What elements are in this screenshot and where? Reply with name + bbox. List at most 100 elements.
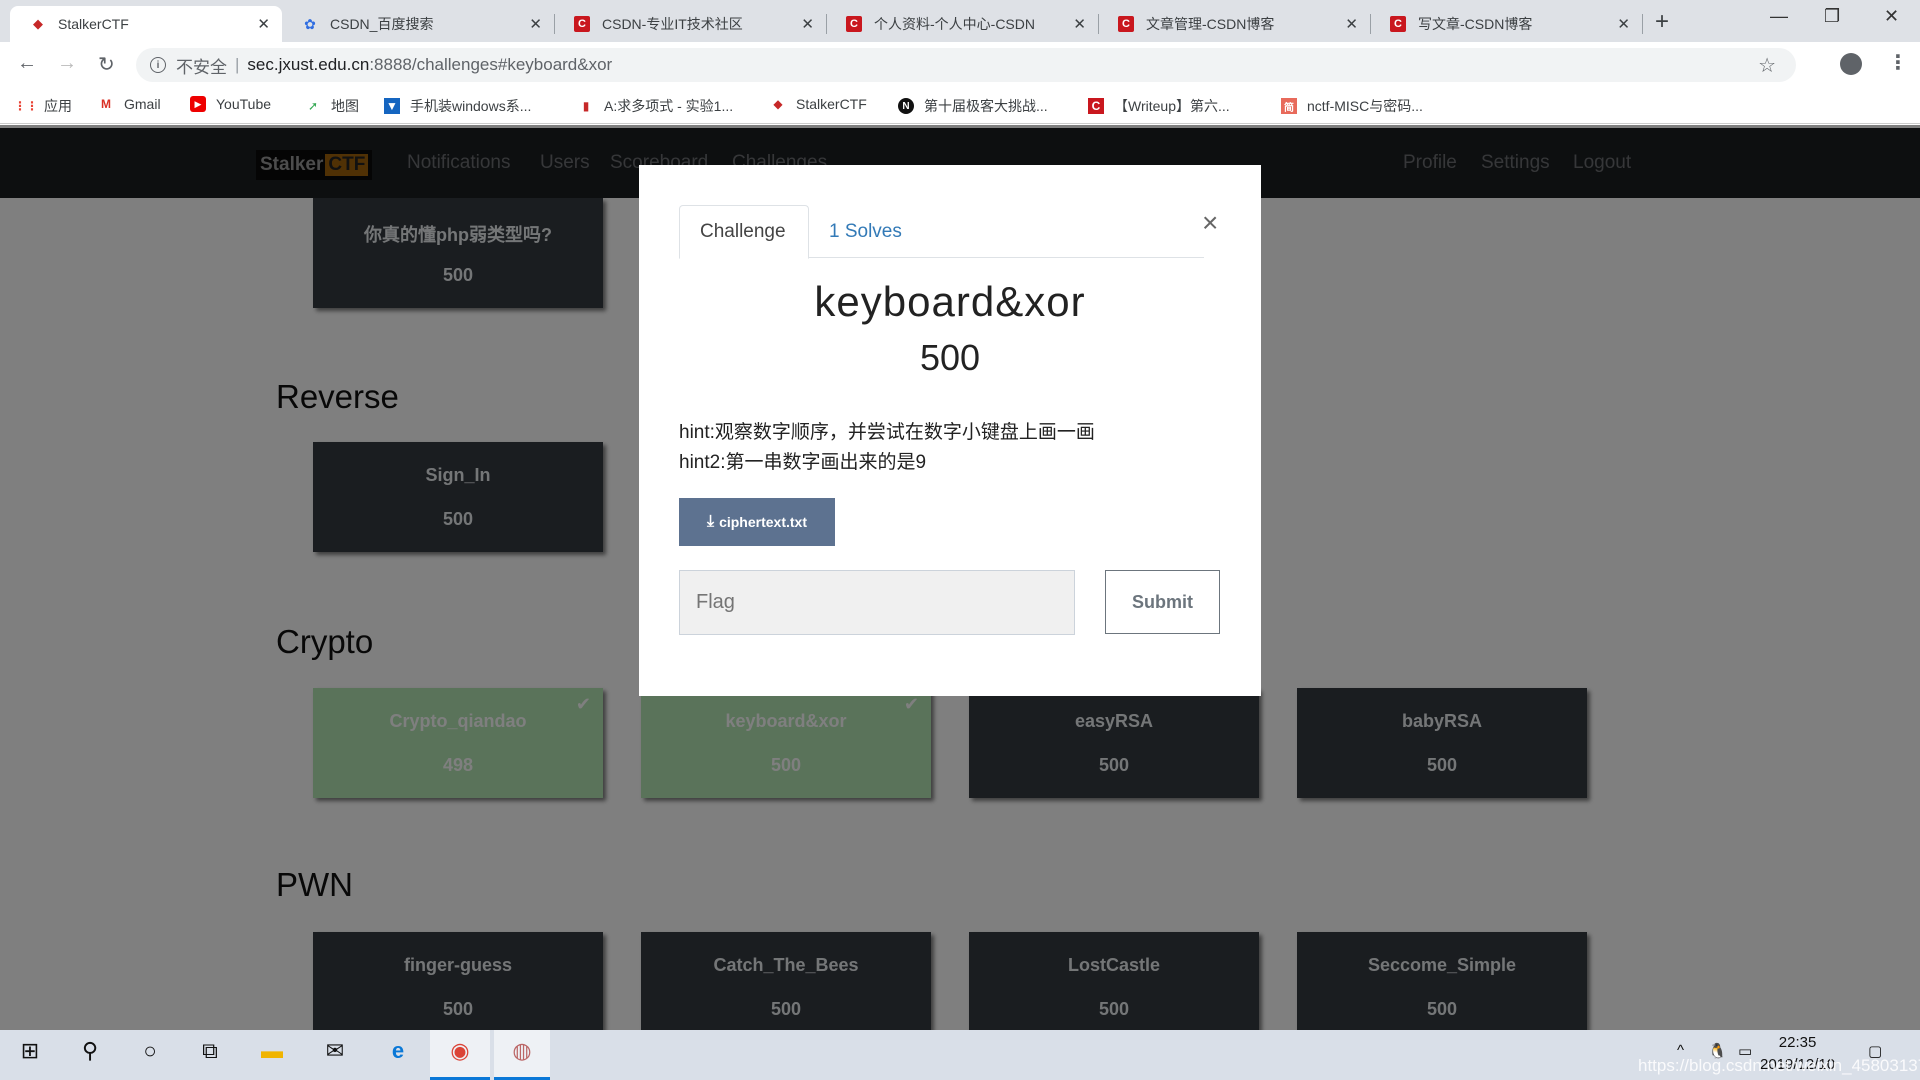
close-tab-icon[interactable]: ✕ (1617, 15, 1630, 33)
close-tab-icon[interactable]: ✕ (1345, 15, 1358, 33)
bookmark-writeup[interactable]: C 【Writeup】第六... (1088, 96, 1230, 116)
close-icon[interactable]: × (1202, 207, 1218, 239)
csdn-favicon: C (846, 16, 862, 32)
bookmark-maps[interactable]: ➚ 地图 (305, 96, 359, 116)
jianshu-icon: 简 (1281, 98, 1297, 114)
new-tab-button[interactable]: + (1655, 8, 1669, 36)
info-icon[interactable]: i (150, 57, 166, 73)
csdn-favicon: C (1088, 98, 1104, 114)
tab-title: CSDN-专业IT技术社区 (602, 16, 743, 32)
bookmark-gmail[interactable]: M Gmail (98, 96, 161, 112)
download-icon: ⤓ (707, 513, 715, 530)
baidu-favicon: ✿ (304, 15, 316, 32)
bookmark-windows[interactable]: ▼ 手机装windows系... (384, 96, 531, 116)
tab-title: StalkerCTF (58, 16, 129, 32)
csdn-favicon: C (1390, 16, 1406, 32)
bookmark-icon: ▮ (582, 99, 590, 113)
bookmark-label: A:求多项式 - 实验1... (604, 98, 734, 114)
browser-tab-bar: ◆ StalkerCTF ✕ ✿ CSDN_百度搜索 ✕ C CSDN-专业IT… (0, 0, 1920, 42)
bookmark-label: 手机装windows系... (410, 98, 532, 114)
close-window-button[interactable]: ✕ (1884, 6, 1899, 27)
web-page: 你真的懂php弱类型吗? 500 Reverse Sign_In 500 Cry… (0, 125, 1920, 1030)
back-button[interactable]: ← (17, 52, 37, 75)
close-tab-icon[interactable]: ✕ (801, 15, 814, 33)
bookmark-icon: ▼ (384, 98, 400, 114)
bookmark-label: nctf-MISC与密码... (1307, 98, 1423, 114)
submit-button[interactable]: Submit (1105, 570, 1220, 634)
bookmark-nctf[interactable]: 简 nctf-MISC与密码... (1281, 96, 1423, 116)
bookmark-apps[interactable]: ⋮⋮ 应用 (14, 96, 72, 116)
bookmark-stalkerctf[interactable]: ◆ StalkerCTF (770, 96, 867, 112)
file-name: ciphertext.txt (719, 514, 807, 530)
bookmark-star-icon[interactable]: ☆ (1758, 53, 1776, 78)
tab-title: CSDN_百度搜索 (330, 16, 434, 32)
browser-tab-csdn[interactable]: C CSDN-专业IT技术社区 ✕ (554, 6, 827, 42)
bookmark-label: 应用 (44, 98, 72, 114)
url-bar[interactable]: i 不安全 | sec.jxust.edu.cn :8888/challenge… (136, 48, 1796, 82)
bookmark-label: 地图 (331, 98, 359, 114)
close-tab-icon[interactable]: ✕ (529, 15, 542, 33)
tab-title: 个人资料-个人中心-CSDN (874, 16, 1035, 32)
browser-tab-csdn-articles[interactable]: C 文章管理-CSDN博客 ✕ (1098, 6, 1371, 42)
close-tab-icon[interactable]: ✕ (1073, 15, 1086, 33)
windows-start-icon[interactable]: ⊞ (6, 1038, 54, 1064)
chrome-icon[interactable]: ◉ (430, 1030, 490, 1080)
modal-tabs: Challenge 1 Solves (679, 205, 1204, 259)
reload-button[interactable]: ↻ (98, 52, 115, 77)
apps-icon: ⋮⋮ (14, 99, 38, 113)
csdn-favicon: C (574, 16, 590, 32)
hint-1: hint:观察数字顺序，并尝试在数字小键盘上画一画 (679, 422, 1095, 443)
bookmark-label: 【Writeup】第六... (1114, 98, 1230, 114)
minimize-button[interactable]: — (1770, 6, 1788, 27)
bookmark-geek[interactable]: N 第十届极客大挑战... (898, 96, 1048, 116)
bookmark-polynomial[interactable]: ▮ A:求多项式 - 实验1... (578, 96, 733, 116)
stalkerctf-favicon: ◆ (33, 16, 43, 31)
account-icon[interactable] (1840, 53, 1862, 75)
flag-input[interactable] (679, 570, 1075, 635)
url-host: sec.jxust.edu.cn (247, 55, 370, 74)
bookmark-label: 第十届极客大挑战... (924, 98, 1048, 114)
url-path: :8888/challenges#keyboard&xor (369, 55, 613, 74)
watermark: https://blog.csdn.net/weixin_45803137 (1638, 1056, 1920, 1075)
browser-tab-csdn-write[interactable]: C 写文章-CSDN博客 ✕ (1370, 6, 1643, 42)
cortana-icon[interactable]: ○ (126, 1038, 174, 1064)
csdn-favicon: C (1118, 16, 1134, 32)
bookmark-label: Gmail (124, 96, 161, 112)
bookmark-label: YouTube (216, 96, 272, 112)
browser-tab-stalkerctf[interactable]: ◆ StalkerCTF ✕ (10, 6, 282, 42)
maximize-button[interactable]: ❐ (1824, 6, 1840, 27)
browser-tab-baidu[interactable]: ✿ CSDN_百度搜索 ✕ (282, 6, 555, 42)
task-view-icon[interactable]: ⧉ (186, 1038, 234, 1064)
forward-button[interactable]: → (57, 52, 77, 75)
file-explorer-icon[interactable]: ▬ (248, 1038, 296, 1064)
browser-menu-icon[interactable]: ⋮ (1888, 50, 1908, 75)
stalkerctf-favicon: ◆ (773, 97, 783, 111)
challenge-description: hint:观察数字顺序，并尝试在数字小键盘上画一画 hint2:第一串数字画出来… (679, 418, 1095, 478)
challenge-modal: Challenge 1 Solves × keyboard&xor 500 hi… (639, 165, 1261, 696)
bookmarks-bar: ⋮⋮ 应用 M Gmail ▶ YouTube ➚ 地图 ▼ 手机装window… (0, 88, 1920, 124)
tab-title: 写文章-CSDN博客 (1418, 16, 1533, 32)
edge-icon[interactable]: e (374, 1038, 422, 1064)
search-icon[interactable]: ⚲ (66, 1038, 114, 1064)
download-file-button[interactable]: ⤓ ciphertext.txt (679, 498, 835, 546)
challenge-title: keyboard&xor (814, 278, 1086, 325)
bookmark-label: StalkerCTF (796, 96, 867, 112)
app-icon[interactable]: ◍ (494, 1030, 550, 1080)
challenge-points: 500 (919, 337, 981, 378)
gmail-icon: M (101, 97, 111, 111)
tab-title: 文章管理-CSDN博客 (1146, 16, 1275, 32)
clock-time: 22:35 (1778, 1034, 1817, 1051)
tab-separator (1642, 14, 1643, 34)
tab-solves[interactable]: 1 Solves (809, 205, 922, 258)
mail-icon[interactable]: ✉ (311, 1038, 359, 1064)
close-tab-icon[interactable]: ✕ (257, 15, 270, 33)
hint-2: hint2:第一串数字画出来的是9 (679, 452, 927, 473)
address-toolbar: ← → ↻ i 不安全 | sec.jxust.edu.cn :8888/cha… (0, 42, 1920, 88)
tab-challenge[interactable]: Challenge (679, 205, 809, 259)
divider: | (235, 55, 240, 74)
browser-tab-csdn-profile[interactable]: C 个人资料-个人中心-CSDN ✕ (826, 6, 1099, 42)
bookmark-icon: N (898, 98, 914, 114)
windows-taskbar: ⊞ ⚲ ○ ⧉ ▬ ✉ e ◉ ◍ ^ 🐧 ▭ 22:35 2019/12/10… (0, 1030, 1920, 1080)
bookmark-youtube[interactable]: ▶ YouTube (190, 96, 271, 112)
youtube-icon: ▶ (190, 96, 206, 112)
